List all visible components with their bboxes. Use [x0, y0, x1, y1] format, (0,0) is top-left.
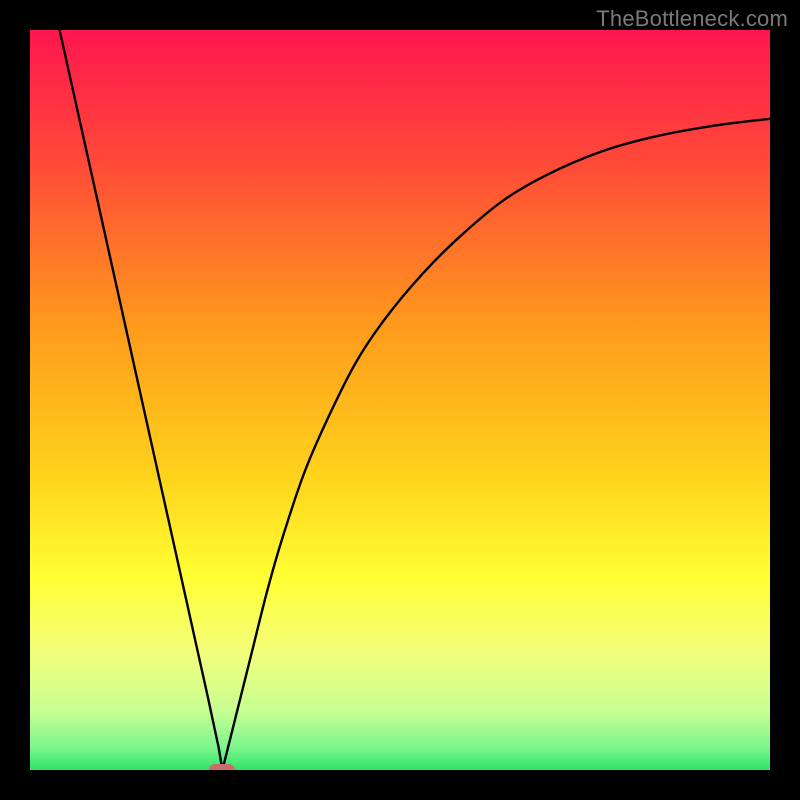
curve-path [60, 30, 770, 770]
curve-layer [30, 30, 770, 770]
chart-frame: TheBottleneck.com [0, 0, 800, 800]
vertex-marker [209, 764, 235, 770]
watermark-text: TheBottleneck.com [596, 6, 788, 32]
plot-area [30, 30, 770, 770]
